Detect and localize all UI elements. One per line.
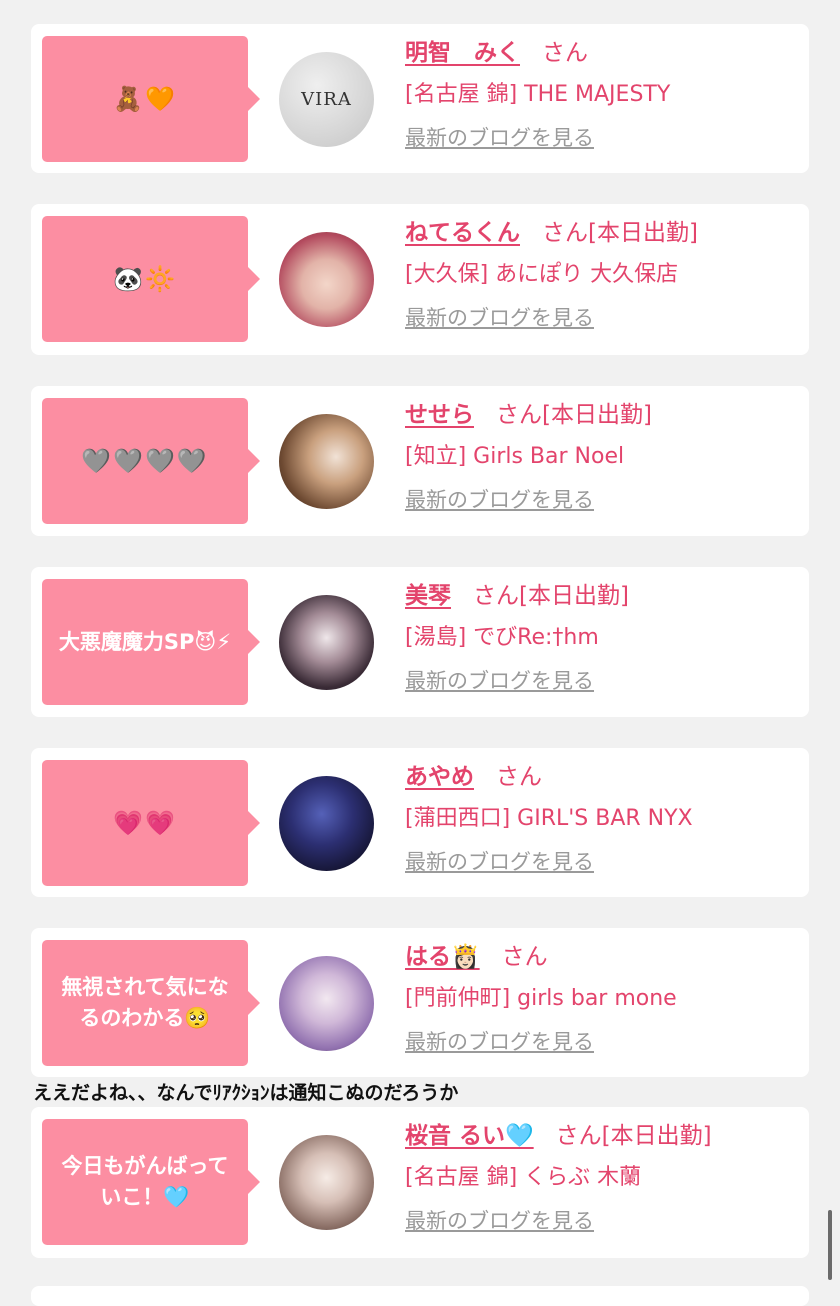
cast-name-link[interactable]: 美琴 <box>405 583 451 609</box>
scrollbar[interactable] <box>828 1210 832 1280</box>
latest-blog-link[interactable]: 最新のブログを見る <box>405 302 594 332</box>
avatar[interactable]: VIRA <box>279 52 374 147</box>
cast-name-link[interactable]: はる👸🏻 <box>405 944 480 970</box>
status-badge: [本日出勤] <box>601 1123 712 1149</box>
avatar[interactable] <box>279 956 374 1051</box>
message-bubble: 今日もがんばっていこ！🩵 <box>42 1119 260 1245</box>
shop-name: [名古屋 錦] THE MAJESTY <box>405 82 671 107</box>
overlay-comment: ええだよね、、なんでﾘｱｸｼｮﾝは通知こぬのだろうか <box>33 1082 459 1104</box>
message-bubble: 無視されて気になるのわかる🥺 <box>42 940 260 1066</box>
talk-card: 今日もがんばっていこ！🩵 桜音 るい🩵 さん[本日出勤] [名古屋 錦] くらぶ … <box>31 1107 809 1258</box>
honorific: さん <box>473 583 519 609</box>
cast-name-link[interactable]: ねてるくん <box>405 220 520 246</box>
avatar-logo-text: VIRA <box>301 89 352 110</box>
message-bubble: 大悪魔魔力SP😈⚡ <box>42 579 260 705</box>
cast-name-link[interactable]: せせら <box>405 402 474 428</box>
talk-card: 🧸🧡 VIRA 明智 みく さん [名古屋 錦] THE MAJESTY 最新のブ… <box>31 24 809 173</box>
shop-name: [湯島] でびRe:†hm <box>405 625 599 650</box>
avatar[interactable] <box>279 776 374 871</box>
cast-info: ねてるくん さん[本日出勤] [大久保] あにぽり 大久保店 最新のブログを見る <box>405 216 799 332</box>
message-text: 🧸🧡 <box>113 84 177 113</box>
message-text: 大悪魔魔力SP😈⚡ <box>58 629 232 654</box>
message-bubble: 🧸🧡 <box>42 36 260 162</box>
talk-card: 💗💗 あやめ さん [蒲田西口] GIRL'S BAR NYX 最新のブログを見る <box>31 748 809 897</box>
talk-card: 大悪魔魔力SP😈⚡ 美琴 さん[本日出勤] [湯島] でびRe:†hm 最新のブロ… <box>31 567 809 717</box>
status-badge: [本日出勤] <box>588 220 698 246</box>
message-text: 無視されて気になるのわかる🥺 <box>61 975 229 1030</box>
shop-name: [蒲田西口] GIRL'S BAR NYX <box>405 806 693 831</box>
shop-name: [知立] Girls Bar Noel <box>405 444 625 469</box>
latest-blog-link[interactable]: 最新のブログを見る <box>405 122 594 152</box>
honorific: さん <box>542 40 588 66</box>
message-bubble: 🐼🔆 <box>42 216 260 342</box>
status-badge: [本日出勤] <box>519 583 629 609</box>
cast-info: あやめ さん [蒲田西口] GIRL'S BAR NYX 最新のブログを見る <box>405 760 799 876</box>
talk-card: 🐼🔆 ねてるくん さん[本日出勤] [大久保] あにぽり 大久保店 最新のブログを… <box>31 204 809 355</box>
latest-blog-link[interactable]: 最新のブログを見る <box>405 846 594 876</box>
message-text: 🩶🩶🩶🩶 <box>81 446 209 475</box>
cast-name-link[interactable]: あやめ <box>405 764 474 790</box>
talk-card-partial <box>31 1286 809 1306</box>
message-bubble: 🩶🩶🩶🩶 <box>42 398 260 524</box>
cast-info: せせら さん[本日出勤] [知立] Girls Bar Noel 最新のブログを見… <box>405 398 799 514</box>
cast-name-link[interactable]: 明智 みく <box>405 40 520 66</box>
message-text: 今日もがんばっていこ！🩵 <box>61 1154 229 1209</box>
cast-name-link[interactable]: 桜音 るい🩵 <box>405 1123 534 1149</box>
message-bubble: 💗💗 <box>42 760 260 886</box>
cast-info: 明智 みく さん [名古屋 錦] THE MAJESTY 最新のブログを見る <box>405 36 799 152</box>
cast-info: 美琴 さん[本日出勤] [湯島] でびRe:†hm 最新のブログを見る <box>405 579 799 695</box>
message-text: 🐼🔆 <box>113 264 177 293</box>
shop-name: [大久保] あにぽり 大久保店 <box>405 262 679 287</box>
cast-info: 桜音 るい🩵 さん[本日出勤] [名古屋 錦] くらぶ 木蘭 最新のブログを見る <box>405 1119 799 1235</box>
avatar[interactable] <box>279 414 374 509</box>
honorific: さん <box>542 220 588 246</box>
avatar[interactable] <box>279 595 374 690</box>
status-badge: [本日出勤] <box>542 402 652 428</box>
honorific: さん <box>496 764 542 790</box>
cast-info: はる👸🏻 さん [門前仲町] girls bar mone 最新のブログを見る <box>405 940 799 1056</box>
shop-name: [門前仲町] girls bar mone <box>405 986 677 1011</box>
shop-name: [名古屋 錦] くらぶ 木蘭 <box>405 1165 642 1190</box>
honorific: さん <box>555 1123 602 1149</box>
latest-blog-link[interactable]: 最新のブログを見る <box>405 1205 594 1235</box>
avatar[interactable] <box>279 1135 374 1230</box>
message-text: 💗💗 <box>113 808 177 837</box>
talk-card: 🩶🩶🩶🩶 せせら さん[本日出勤] [知立] Girls Bar Noel 最新の… <box>31 386 809 536</box>
talk-card: 無視されて気になるのわかる🥺 はる👸🏻 さん [門前仲町] girls bar m… <box>31 928 809 1077</box>
honorific: さん <box>496 402 542 428</box>
latest-blog-link[interactable]: 最新のブログを見る <box>405 665 594 695</box>
honorific: さん <box>501 944 548 970</box>
latest-blog-link[interactable]: 最新のブログを見る <box>405 484 594 514</box>
avatar[interactable] <box>279 232 374 327</box>
latest-blog-link[interactable]: 最新のブログを見る <box>405 1026 594 1056</box>
